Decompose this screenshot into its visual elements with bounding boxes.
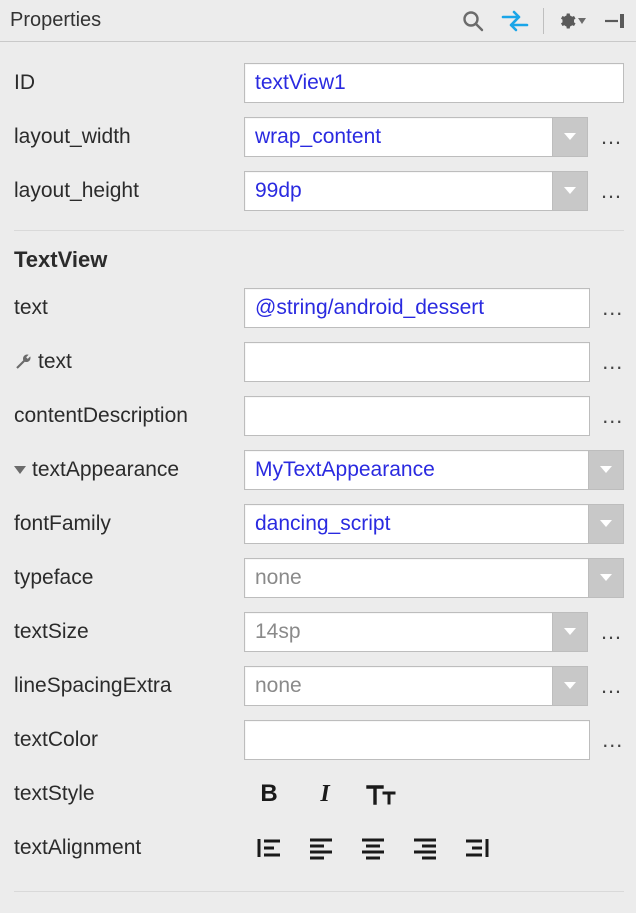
more-button[interactable]: … — [600, 727, 624, 753]
label-tools-text-text: text — [38, 350, 72, 374]
panel-title: Properties — [10, 9, 459, 32]
line-spacing-extra-input[interactable] — [244, 666, 588, 706]
row-text-appearance: textAppearance — [14, 443, 624, 497]
more-button[interactable]: … — [598, 673, 624, 699]
row-id: ID — [14, 56, 624, 110]
label-text-color: textColor — [14, 728, 238, 752]
align-left-button[interactable] — [304, 831, 338, 865]
row-tools-text: text … — [14, 335, 624, 389]
text-input[interactable] — [244, 288, 590, 328]
chevron-down-icon[interactable] — [552, 117, 588, 157]
chevron-down-icon[interactable] — [588, 558, 624, 598]
more-button[interactable]: … — [598, 619, 624, 645]
typeface-dropdown[interactable] — [244, 558, 624, 598]
row-layout-width: layout_width … — [14, 110, 624, 164]
text-color-input[interactable] — [244, 720, 590, 760]
row-line-spacing-extra: lineSpacingExtra … — [14, 659, 624, 713]
layout-height-dropdown[interactable] — [244, 171, 588, 211]
label-id: ID — [14, 71, 238, 95]
section-divider — [14, 230, 624, 231]
label-layout-height: layout_height — [14, 179, 238, 203]
textcaps-button[interactable] — [364, 777, 398, 811]
bold-button[interactable]: B — [252, 777, 286, 811]
more-button[interactable]: … — [600, 403, 624, 429]
label-text: text — [14, 296, 238, 320]
label-text-appearance: textAppearance — [14, 458, 238, 482]
typeface-input[interactable] — [244, 558, 624, 598]
line-spacing-extra-dropdown[interactable] — [244, 666, 588, 706]
chevron-down-icon[interactable] — [552, 666, 588, 706]
section-divider — [14, 891, 624, 892]
text-alignment-group — [244, 831, 494, 865]
text-appearance-dropdown[interactable] — [244, 450, 624, 490]
row-content-description: contentDescription … — [14, 389, 624, 443]
row-typeface: typeface — [14, 551, 624, 605]
row-text-size: textSize … — [14, 605, 624, 659]
chevron-down-icon[interactable] — [588, 504, 624, 544]
row-text-style: textStyle B I — [14, 767, 624, 821]
chevron-down-icon[interactable] — [588, 450, 624, 490]
tools-text-input[interactable] — [244, 342, 590, 382]
hide-panel-icon[interactable] — [600, 7, 628, 35]
font-family-dropdown[interactable] — [244, 504, 624, 544]
label-text-alignment: textAlignment — [14, 836, 238, 860]
section-heading-textview: TextView — [14, 241, 624, 281]
more-button[interactable]: … — [600, 349, 624, 375]
label-text-size: textSize — [14, 620, 238, 644]
align-viewend-button[interactable] — [460, 831, 494, 865]
text-size-input[interactable] — [244, 612, 588, 652]
row-text: text … — [14, 281, 624, 335]
row-text-color: textColor … — [14, 713, 624, 767]
italic-button[interactable]: I — [308, 777, 342, 811]
align-viewstart-button[interactable] — [252, 831, 286, 865]
layout-width-input[interactable] — [244, 117, 588, 157]
expand-icon[interactable] — [14, 466, 26, 474]
toolbar — [459, 7, 628, 35]
label-tools-text: text — [14, 350, 238, 374]
align-right-button[interactable] — [408, 831, 442, 865]
text-appearance-input[interactable] — [244, 450, 624, 490]
more-button[interactable]: … — [598, 124, 624, 150]
layout-height-input[interactable] — [244, 171, 588, 211]
label-text-style: textStyle — [14, 782, 238, 806]
label-typeface: typeface — [14, 566, 238, 590]
layout-width-dropdown[interactable] — [244, 117, 588, 157]
swap-arrows-icon[interactable] — [501, 7, 529, 35]
chevron-down-icon — [578, 18, 586, 24]
text-style-group: B I — [244, 777, 398, 811]
label-content-description: contentDescription — [14, 404, 238, 428]
label-font-family: fontFamily — [14, 512, 238, 536]
search-icon[interactable] — [459, 7, 487, 35]
properties-panel: ID layout_width … layout_height … TextVi… — [0, 42, 636, 912]
chevron-down-icon[interactable] — [552, 171, 588, 211]
label-layout-width: layout_width — [14, 125, 238, 149]
wrench-icon — [14, 353, 32, 371]
label-line-spacing-extra: lineSpacingExtra — [14, 674, 238, 698]
row-text-alignment: textAlignment — [14, 821, 624, 875]
more-button[interactable]: … — [600, 295, 624, 321]
toolbar-separator — [543, 8, 544, 34]
align-center-button[interactable] — [356, 831, 390, 865]
properties-titlebar: Properties — [0, 0, 636, 42]
chevron-down-icon[interactable] — [552, 612, 588, 652]
gear-icon[interactable] — [558, 7, 586, 35]
font-family-input[interactable] — [244, 504, 624, 544]
id-input[interactable] — [244, 63, 624, 103]
more-button[interactable]: … — [598, 178, 624, 204]
row-font-family: fontFamily — [14, 497, 624, 551]
text-size-dropdown[interactable] — [244, 612, 588, 652]
label-text-appearance-text: textAppearance — [32, 458, 179, 482]
row-layout-height: layout_height … — [14, 164, 624, 218]
content-description-input[interactable] — [244, 396, 590, 436]
